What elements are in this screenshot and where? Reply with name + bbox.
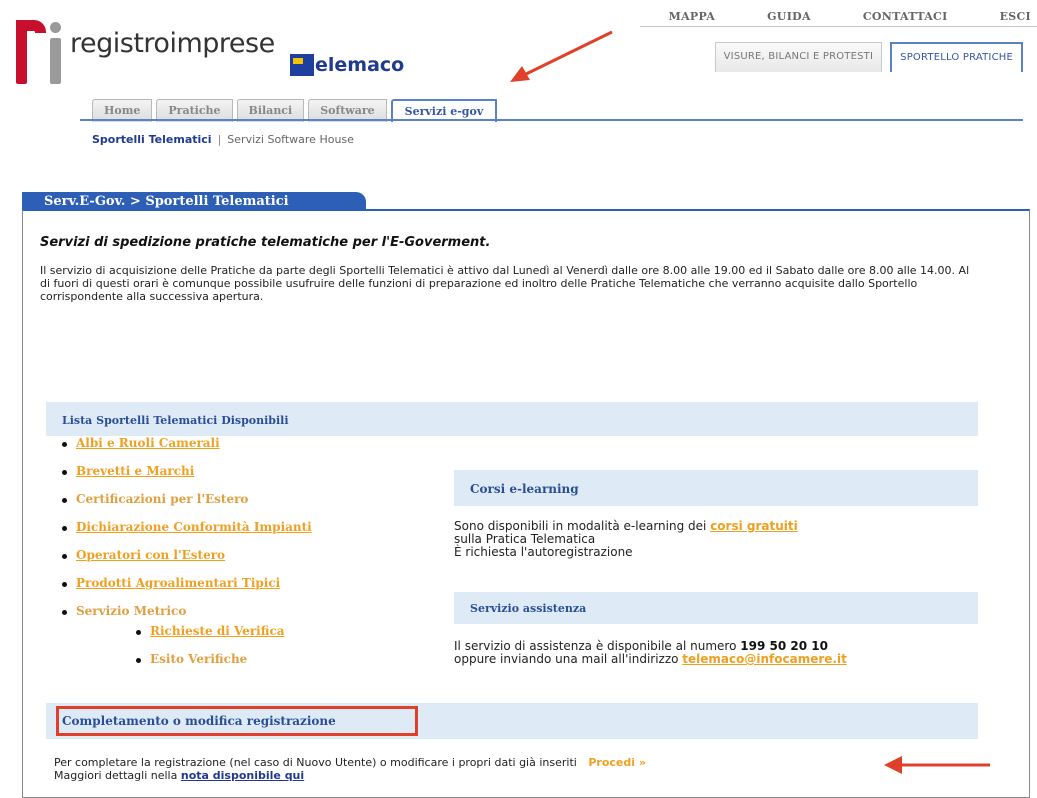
corsi-text: Sono disponibili in modalità e-learning … (454, 520, 798, 559)
link-guida[interactable]: GUIDA (767, 10, 811, 23)
assistenza-text: Il servizio di assistenza è disponibile … (454, 640, 847, 666)
assistenza-line2: oppure inviando una mail all'indirizzo (454, 652, 683, 666)
metrico-sublist: Richieste di Verifica Esito Verifiche (136, 624, 285, 680)
annotation-highlight-box (56, 706, 418, 736)
subnav-sportelli-telematici[interactable]: Sportelli Telematici (92, 133, 212, 146)
logo-mark-icon (16, 14, 64, 86)
lista-header-band: Lista Sportelli Telematici Disponibili (46, 402, 978, 436)
intro-title: Servizi di spedizione pratiche telematic… (40, 235, 491, 250)
logo-text: registroimprese (70, 28, 275, 59)
link-servizio-metrico[interactable]: Servizio Metrico (76, 604, 186, 618)
sportelli-list: Albi e Ruoli Camerali Brevetti e Marchi … (62, 436, 312, 632)
telemaco-mark-icon (290, 54, 314, 76)
list-item: Albi e Ruoli Camerali (62, 436, 312, 464)
completamento-line1: Per completare la registrazione (nel cas… (54, 756, 577, 769)
intro-text: Il servizio di acquisizione delle Pratic… (40, 264, 970, 303)
link-contattaci[interactable]: CONTATTACI (863, 10, 948, 23)
link-email-telemaco[interactable]: telemaco@infocamere.it (682, 652, 847, 666)
assistenza-header-band: Servizio assistenza (454, 592, 978, 624)
link-dichiarazione-conformita[interactable]: Dichiarazione Conformità Impianti (76, 520, 312, 534)
completamento-text: Per completare la registrazione (nel cas… (54, 756, 646, 782)
corsi-header-band: Corsi e-learning (454, 470, 978, 506)
link-brevetti-marchi[interactable]: Brevetti e Marchi (76, 464, 194, 478)
list-item: Brevetti e Marchi (62, 464, 312, 492)
corsi-line1: Sono disponibili in modalità e-learning … (454, 519, 711, 533)
list-item: Esito Verifiche (136, 652, 285, 680)
list-item: Richieste di Verifica (136, 624, 285, 652)
lista-header: Lista Sportelli Telematici Disponibili (62, 414, 289, 427)
annotation-arrow-bottom-icon (884, 756, 990, 774)
assistenza-header: Servizio assistenza (470, 602, 587, 615)
link-richieste-verifica[interactable]: Richieste di Verifica (150, 624, 285, 638)
tab-visure-bilanci-protesti[interactable]: VISURE, BILANCI E PROTESTI (714, 42, 883, 72)
link-prodotti-agroalimentari[interactable]: Prodotti Agroalimentari Tipici (76, 576, 280, 590)
link-operatori-estero[interactable]: Operatori con l'Estero (76, 548, 225, 562)
list-item: Operatori con l'Estero (62, 548, 312, 576)
corsi-line2: sulla Pratica Telematica (454, 532, 596, 546)
link-esito-verifiche[interactable]: Esito Verifiche (150, 652, 247, 666)
list-item: Dichiarazione Conformità Impianti (62, 520, 312, 548)
subnav-servizi-software-house[interactable]: Servizi Software House (227, 133, 354, 146)
tabs-underline (80, 119, 1023, 121)
subnav: Sportelli Telematici | Servizi Software Ho… (92, 133, 354, 146)
annotation-arrow-top-icon (510, 30, 613, 82)
link-corsi-gratuiti[interactable]: corsi gratuiti (710, 519, 798, 533)
top-links: MAPPA GUIDA CONTATTACI ESCI (669, 10, 1031, 23)
right-tabs: VISURE, BILANCI E PROTESTI SPORTELLO PRA… (714, 42, 1023, 72)
completamento-line2: Maggiori dettagli nella (54, 769, 181, 782)
corsi-line3: È richiesta l'autoregistrazione (454, 545, 633, 559)
link-albi-ruoli[interactable]: Albi e Ruoli Camerali (76, 436, 220, 450)
tab-sportello-pratiche[interactable]: SPORTELLO PRATICHE (890, 42, 1023, 72)
corsi-header: Corsi e-learning (470, 482, 579, 496)
phone-number: 199 50 20 10 (740, 639, 828, 653)
link-esci[interactable]: ESCI (1000, 10, 1031, 23)
procedi-link[interactable]: Procedi » (588, 756, 646, 769)
telemaco-text: elemaco (315, 54, 405, 76)
link-mappa[interactable]: MAPPA (669, 10, 716, 23)
subnav-separator: | (217, 133, 222, 146)
assistenza-line1: Il servizio di assistenza è disponibile … (454, 639, 741, 653)
list-item: Prodotti Agroalimentari Tipici (62, 576, 312, 604)
link-nota-disponibile[interactable]: nota disponibile qui (181, 769, 304, 782)
link-certificazioni-estero[interactable]: Certificazioni per l'Estero (76, 492, 248, 506)
telemaco-logo: elemaco (290, 54, 404, 76)
section-title-tab: Serv.E-Gov. > Sportelli Telematici (22, 192, 366, 210)
top-divider (640, 26, 1037, 27)
registroimprese-logo[interactable]: registroimprese (16, 14, 275, 86)
list-item: Certificazioni per l'Estero (62, 492, 312, 520)
